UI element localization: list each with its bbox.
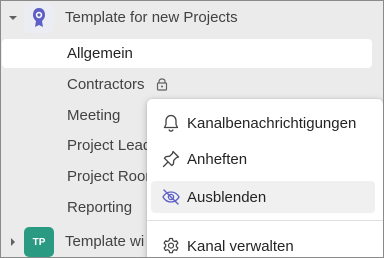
menu-item-label: Ausblenden (187, 189, 267, 206)
menu-divider (147, 220, 383, 221)
channel-label: Contractors (67, 76, 145, 93)
channel-allgemein[interactable]: Allgemein (2, 39, 372, 68)
team-avatar (24, 3, 54, 33)
channel-label: Project Lead (67, 137, 152, 154)
chevron-right-icon[interactable] (8, 237, 18, 247)
menu-item-kanal-verwalten[interactable]: Kanal verwalten (151, 230, 375, 257)
team-initials: TP (32, 236, 46, 248)
channel-context-menu: Kanalbenachrichtigungen Anheften Ausblen… (147, 99, 383, 257)
channel-contractors[interactable]: Contractors (1, 70, 381, 99)
team-row-template-for-new-projects[interactable]: Template for new Projects (1, 1, 383, 35)
pin-icon (162, 150, 180, 168)
gear-icon (163, 237, 179, 254)
rocket-badge-icon (33, 8, 45, 27)
lock-icon (156, 78, 168, 91)
channel-label: Reporting (67, 199, 133, 216)
menu-item-anheften[interactable]: Anheften (151, 143, 375, 175)
teams-sidebar: Template for new Projects Allgemein Cont… (0, 0, 384, 258)
channel-label: Meeting (67, 107, 121, 124)
channel-label: Project Room (67, 168, 158, 185)
eye-off-icon (162, 189, 180, 205)
team-avatar-tp: TP (24, 227, 54, 257)
team-name: Template for new Projects (65, 9, 238, 26)
chevron-down-icon[interactable] (8, 13, 18, 23)
channel-label: Allgemein (67, 45, 133, 62)
menu-item-ausblenden[interactable]: Ausblenden (151, 181, 375, 213)
menu-item-label: Kanal verwalten (187, 238, 294, 255)
menu-item-kanalbenachrichtigungen[interactable]: Kanalbenachrichtigungen (151, 107, 375, 139)
menu-item-label: Kanalbenachrichtigungen (187, 115, 357, 132)
bell-icon (163, 114, 179, 132)
team-name: Template wi (65, 233, 145, 250)
menu-item-label: Anheften (187, 151, 248, 168)
